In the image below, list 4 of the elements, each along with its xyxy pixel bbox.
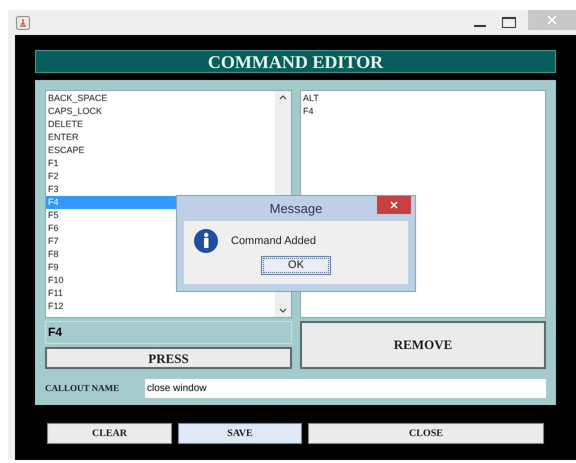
callout-name-label: CALLOUT NAME: [45, 382, 120, 395]
dialog-message: Command Added: [231, 234, 316, 249]
header-title: COMMAND EDITOR: [35, 50, 556, 73]
selected-key-field: F4: [45, 321, 292, 344]
